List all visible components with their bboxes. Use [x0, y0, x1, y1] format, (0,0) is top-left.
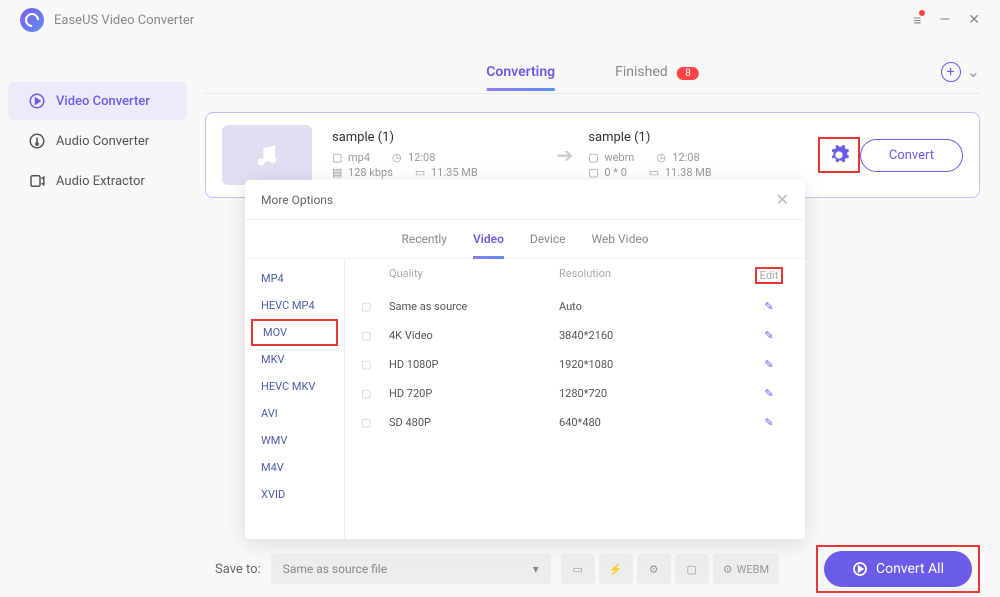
audio-extractor-icon — [28, 172, 46, 190]
column-edit: Edit — [755, 267, 784, 284]
convert-all-button[interactable]: Convert All — [824, 551, 972, 587]
popup-tab-device[interactable]: Device — [530, 228, 566, 250]
clock-icon: ◷ — [656, 151, 668, 164]
option-icon-2[interactable]: ⚙ — [637, 554, 671, 584]
menu-icon[interactable]: ≡ — [913, 12, 921, 29]
top-tabs: Converting Finished 8 + ⌄ — [205, 50, 980, 94]
arrow-right-icon: ➔ — [557, 143, 574, 167]
popup-tab-recently[interactable]: Recently — [401, 228, 447, 250]
popup-tab-webvideo[interactable]: Web Video — [591, 228, 648, 250]
settings-highlight — [818, 137, 860, 173]
size-icon: ▭ — [415, 166, 427, 179]
file-thumbnail — [222, 125, 312, 185]
format-mp4[interactable]: MP4 — [245, 265, 344, 292]
target-file-name: sample (1) — [588, 130, 798, 145]
sidebar-item-video-converter[interactable]: Video Converter — [8, 82, 187, 120]
column-quality: Quality — [389, 267, 559, 284]
format-avi[interactable]: AVI — [245, 400, 344, 427]
column-resolution: Resolution — [559, 267, 749, 284]
clock-icon: ◷ — [392, 151, 404, 164]
quality-row[interactable]: ▢ 4K Video 3840*2160 ✎ — [361, 321, 789, 350]
gear-icon[interactable] — [828, 144, 850, 166]
video-icon: ▢ — [588, 151, 600, 164]
quality-row[interactable]: ▢ Same as source Auto ✎ — [361, 292, 789, 321]
edit-icon[interactable]: ✎ — [749, 300, 789, 313]
format-hevc-mkv[interactable]: HEVC MKV — [245, 373, 344, 400]
close-icon[interactable]: ✕ — [968, 12, 980, 28]
video-format-icon: ▢ — [361, 358, 389, 371]
save-to-label: Save to: — [215, 562, 261, 577]
app-title: EaseUS Video Converter — [54, 13, 913, 28]
folder-icon[interactable]: ▭ — [561, 554, 595, 584]
edit-icon[interactable]: ✎ — [749, 416, 789, 429]
format-m4v[interactable]: M4V — [245, 454, 344, 481]
save-to-select[interactable]: Same as source file ▾ — [271, 554, 551, 584]
finished-badge: 8 — [677, 67, 699, 80]
chevron-down-icon[interactable]: ⌄ — [967, 62, 980, 81]
sidebar-item-audio-extractor[interactable]: Audio Extractor — [8, 162, 187, 200]
tab-converting[interactable]: Converting — [486, 54, 555, 90]
audio-converter-icon — [28, 132, 46, 150]
quality-row[interactable]: ▢ HD 1080P 1920*1080 ✎ — [361, 350, 789, 379]
option-icon-3[interactable]: ▢ — [675, 554, 709, 584]
sidebar-item-label: Audio Converter — [56, 134, 149, 149]
sidebar-item-audio-converter[interactable]: Audio Converter — [8, 122, 187, 160]
quality-row[interactable]: ▢ SD 480P 640*480 ✎ — [361, 408, 789, 437]
add-button[interactable]: + — [941, 62, 961, 82]
resolution-icon: ▢ — [588, 166, 600, 179]
bottom-bar: Save to: Same as source file ▾ ▭ ⚡ ⚙ ▢ ⚙… — [0, 541, 1000, 597]
format-wmv[interactable]: WMV — [245, 427, 344, 454]
popup-tab-video[interactable]: Video — [473, 228, 504, 250]
edit-icon[interactable]: ✎ — [749, 329, 789, 342]
minimize-icon[interactable]: — — [939, 12, 950, 28]
video-format-icon: ▢ — [361, 300, 389, 313]
source-file-name: sample (1) — [332, 130, 542, 145]
bitrate-icon: ▤ — [332, 166, 344, 179]
edit-icon[interactable]: ✎ — [749, 387, 789, 400]
popup-close-icon[interactable]: ✕ — [776, 190, 789, 209]
gear-icon: ⚙ — [723, 563, 733, 576]
edit-icon[interactable]: ✎ — [749, 358, 789, 371]
video-format-icon: ▢ — [361, 329, 389, 342]
format-list: MP4 HEVC MP4 MOV MKV HEVC MKV AVI WMV M4… — [245, 259, 345, 539]
convert-button[interactable]: Convert — [860, 139, 963, 172]
video-format-icon: ▢ — [361, 416, 389, 429]
chevron-down-icon: ▾ — [533, 562, 539, 576]
sidebar-item-label: Video Converter — [56, 94, 150, 109]
quality-row[interactable]: ▢ HD 720P 1280*720 ✎ — [361, 379, 789, 408]
video-icon: ▢ — [332, 151, 344, 164]
convert-icon — [852, 561, 868, 577]
more-options-popup: More Options ✕ Recently Video Device Web… — [245, 180, 805, 539]
popup-title: More Options — [261, 193, 333, 207]
quality-table: Quality Resolution Edit ▢ Same as source… — [345, 259, 805, 539]
tab-finished[interactable]: Finished 8 — [615, 54, 699, 90]
option-icon-1[interactable]: ⚡ — [599, 554, 633, 584]
video-converter-icon — [28, 92, 46, 110]
video-format-icon: ▢ — [361, 387, 389, 400]
format-mkv[interactable]: MKV — [245, 346, 344, 373]
titlebar: EaseUS Video Converter ≡ — ✕ — [0, 0, 1000, 40]
format-mov[interactable]: MOV — [251, 319, 338, 346]
output-format-button[interactable]: ⚙ WEBM — [713, 554, 779, 584]
sidebar: Video Converter Audio Converter Audio Ex… — [0, 40, 195, 541]
convert-all-highlight: Convert All — [816, 545, 980, 593]
size-icon: ▭ — [649, 166, 661, 179]
app-logo — [20, 8, 44, 32]
sidebar-item-label: Audio Extractor — [56, 174, 145, 189]
format-hevc-mp4[interactable]: HEVC MP4 — [245, 292, 344, 319]
format-xvid[interactable]: XVID — [245, 481, 344, 508]
